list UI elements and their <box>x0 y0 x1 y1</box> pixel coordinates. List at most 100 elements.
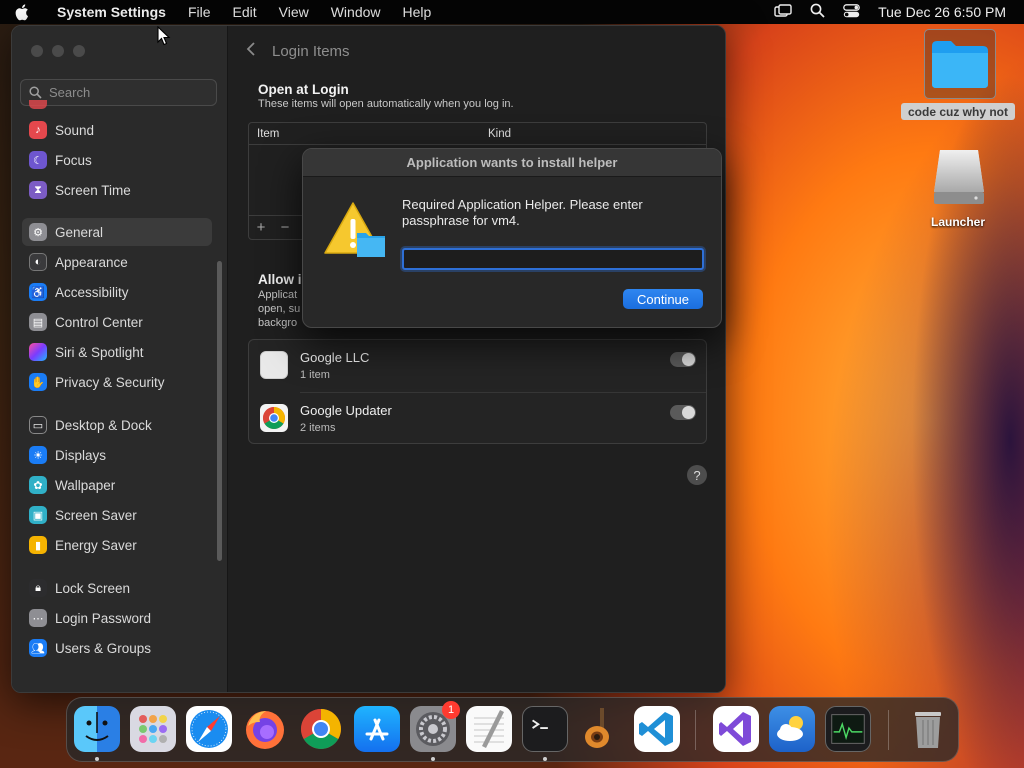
main-pane: Login Items Open at Login These items wi… <box>228 26 725 692</box>
dock-separator <box>888 710 889 750</box>
desktop-folder-selection[interactable] <box>924 29 996 99</box>
sidebar-item-screen-saver[interactable]: ▣ Screen Saver <box>22 501 212 529</box>
desktop-folder-label[interactable]: code cuz why not <box>901 103 1015 120</box>
focus-icon: ☾ <box>29 151 47 169</box>
open-at-login-title: Open at Login <box>258 82 349 97</box>
sidebar-item-users-groups[interactable]: 👥︎ Users & Groups <box>22 634 212 662</box>
minimize-button[interactable] <box>52 45 64 57</box>
sidebar-item-label: Displays <box>55 447 107 463</box>
drive-icon[interactable] <box>930 148 988 208</box>
sidebar-item-control-center[interactable]: ▤ Control Center <box>22 308 212 336</box>
terminal-icon[interactable] <box>522 706 568 752</box>
drive-label[interactable]: Launcher <box>918 215 998 229</box>
warning-icon <box>323 199 387 264</box>
sidebar-item-label: Appearance <box>55 254 128 270</box>
running-indicator <box>431 757 435 761</box>
app-name: Google LLC <box>300 350 370 365</box>
sidebar-item-focus[interactable]: ☾ Focus <box>22 146 212 174</box>
passphrase-field[interactable] <box>402 248 704 270</box>
sidebar-item-label: General <box>55 224 104 240</box>
textedit-icon[interactable] <box>466 706 512 752</box>
search-input[interactable] <box>49 85 199 100</box>
menu-bar: System Settings File Edit View Window He… <box>0 0 1024 24</box>
add-item-button[interactable]: + <box>249 219 273 236</box>
running-indicator <box>543 757 547 761</box>
desktop-dock-icon: ▭ <box>29 416 47 434</box>
close-button[interactable] <box>31 45 43 57</box>
menu-edit[interactable]: Edit <box>222 4 268 20</box>
sidebar-item-label: Accessibility <box>55 284 129 300</box>
sidebar-item-desktop-dock[interactable]: ▭ Desktop & Dock <box>22 411 212 439</box>
sidebar-item-accessibility[interactable]: ♿ Accessibility <box>22 278 212 306</box>
visual-studio-icon[interactable] <box>713 706 759 752</box>
privacy-icon: ✋ <box>29 373 47 391</box>
sidebar-item-privacy-security[interactable]: ✋ Privacy & Security <box>22 368 212 396</box>
google-llc-toggle[interactable] <box>670 352 696 367</box>
screen-saver-icon: ▣ <box>29 506 47 524</box>
sidebar-item-label: Siri & Spotlight <box>55 344 144 360</box>
sidebar-item-displays[interactable]: ☀ Displays <box>22 441 212 469</box>
app-name: Google Updater <box>300 403 392 418</box>
sidebar-item-label: Screen Time <box>55 182 131 198</box>
sidebar-item-label: Energy Saver <box>55 537 137 553</box>
menu-app-name[interactable]: System Settings <box>46 4 177 20</box>
sidebar-item-wallpaper[interactable]: ✿ Wallpaper <box>22 471 212 499</box>
sidebar-item-sound[interactable]: ♪ Sound <box>22 116 212 144</box>
sidebar-item-label: Users & Groups <box>55 640 152 656</box>
apple-menu-icon[interactable] <box>0 3 46 21</box>
lock-screen-icon: 🔒︎ <box>29 579 47 597</box>
zoom-button[interactable] <box>73 45 85 57</box>
folder-icon <box>932 41 988 88</box>
garageband-icon[interactable] <box>578 706 624 752</box>
dialog-message: Required Application Helper. Please ente… <box>402 197 643 228</box>
remove-item-button[interactable]: − <box>273 219 297 236</box>
page-header: Login Items <box>246 42 350 61</box>
sidebar-item-appearance[interactable]: ◐ Appearance <box>22 248 212 276</box>
app-store-icon[interactable] <box>354 706 400 752</box>
vscode-icon[interactable] <box>634 706 680 752</box>
open-at-login-subtitle: These items will open automatically when… <box>258 98 514 110</box>
chrome-dock-icon[interactable] <box>298 706 344 752</box>
sidebar-item-lock-screen[interactable]: 🔒︎ Lock Screen <box>22 574 212 602</box>
sidebar-item-energy-saver[interactable]: ▮ Energy Saver <box>22 531 212 559</box>
finder-icon[interactable] <box>74 706 120 752</box>
page-title: Login Items <box>272 43 350 60</box>
column-kind[interactable]: Kind <box>488 128 511 140</box>
general-icon: ⚙ <box>29 223 47 241</box>
spotlight-search-icon[interactable] <box>810 3 825 21</box>
screen-mirroring-icon[interactable] <box>774 3 792 21</box>
sidebar-item-label: Login Password <box>55 610 152 626</box>
install-helper-dialog: Application wants to install helper Requ… <box>302 148 722 328</box>
menu-view[interactable]: View <box>268 4 320 20</box>
sidebar-item-general[interactable]: ⚙ General <box>22 218 212 246</box>
notifications-icon <box>29 100 47 109</box>
google-updater-toggle[interactable] <box>670 405 696 420</box>
menu-help[interactable]: Help <box>392 4 443 20</box>
back-chevron-icon[interactable] <box>246 42 256 61</box>
menu-window[interactable]: Window <box>320 4 392 20</box>
sidebar-scrollbar[interactable] <box>217 261 222 561</box>
displays-icon: ☀ <box>29 446 47 464</box>
menu-file[interactable]: File <box>177 4 222 20</box>
accessibility-icon: ♿ <box>29 283 47 301</box>
activity-monitor-icon[interactable] <box>825 706 871 752</box>
dock-separator <box>695 710 696 750</box>
continue-button[interactable]: Continue <box>623 289 703 309</box>
sidebar-item-screen-time[interactable]: ⧗ Screen Time <box>22 176 212 204</box>
sound-icon: ♪ <box>29 121 47 139</box>
sidebar-item-login-password[interactable]: ⋯ Login Password <box>22 604 212 632</box>
menu-clock[interactable]: Tue Dec 26 6:50 PM <box>878 4 1006 20</box>
firefox-icon[interactable] <box>242 706 288 752</box>
weather-icon[interactable] <box>769 706 815 752</box>
column-item[interactable]: Item <box>257 128 488 140</box>
list-item: Google LLC 1 item <box>249 340 706 393</box>
sidebar-item-label: Screen Saver <box>55 507 137 523</box>
launchpad-icon[interactable] <box>130 706 176 752</box>
trash-icon[interactable] <box>905 706 951 752</box>
search-icon <box>29 86 42 99</box>
sidebar-item-siri-spotlight[interactable]: Siri & Spotlight <box>22 338 212 366</box>
dialog-title: Application wants to install helper <box>303 149 721 177</box>
safari-icon[interactable] <box>186 706 232 752</box>
help-button[interactable]: ? <box>687 465 707 485</box>
control-center-icon[interactable] <box>843 3 860 21</box>
